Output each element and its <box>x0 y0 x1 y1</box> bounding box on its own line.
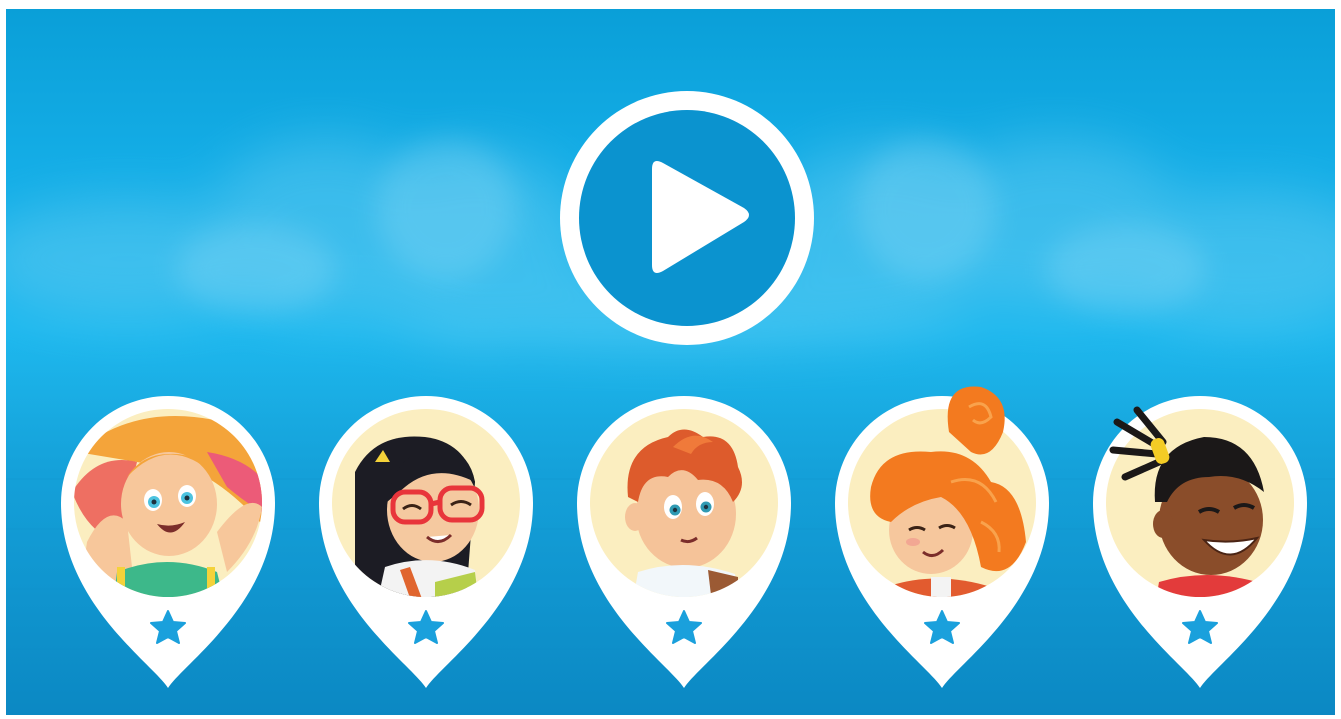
avatar-boy-redhead <box>625 429 742 597</box>
character-pin-girl-glasses[interactable] <box>315 392 537 692</box>
character-pin-boy-dark[interactable] <box>1089 392 1311 692</box>
play-button[interactable] <box>560 91 814 345</box>
character-pin-boy-redhead[interactable] <box>573 392 795 692</box>
character-pin-girl-blonde[interactable] <box>57 392 279 692</box>
game-stage <box>6 9 1335 715</box>
character-pin-girl-curly-orange[interactable] <box>831 386 1053 692</box>
play-icon <box>560 91 814 345</box>
